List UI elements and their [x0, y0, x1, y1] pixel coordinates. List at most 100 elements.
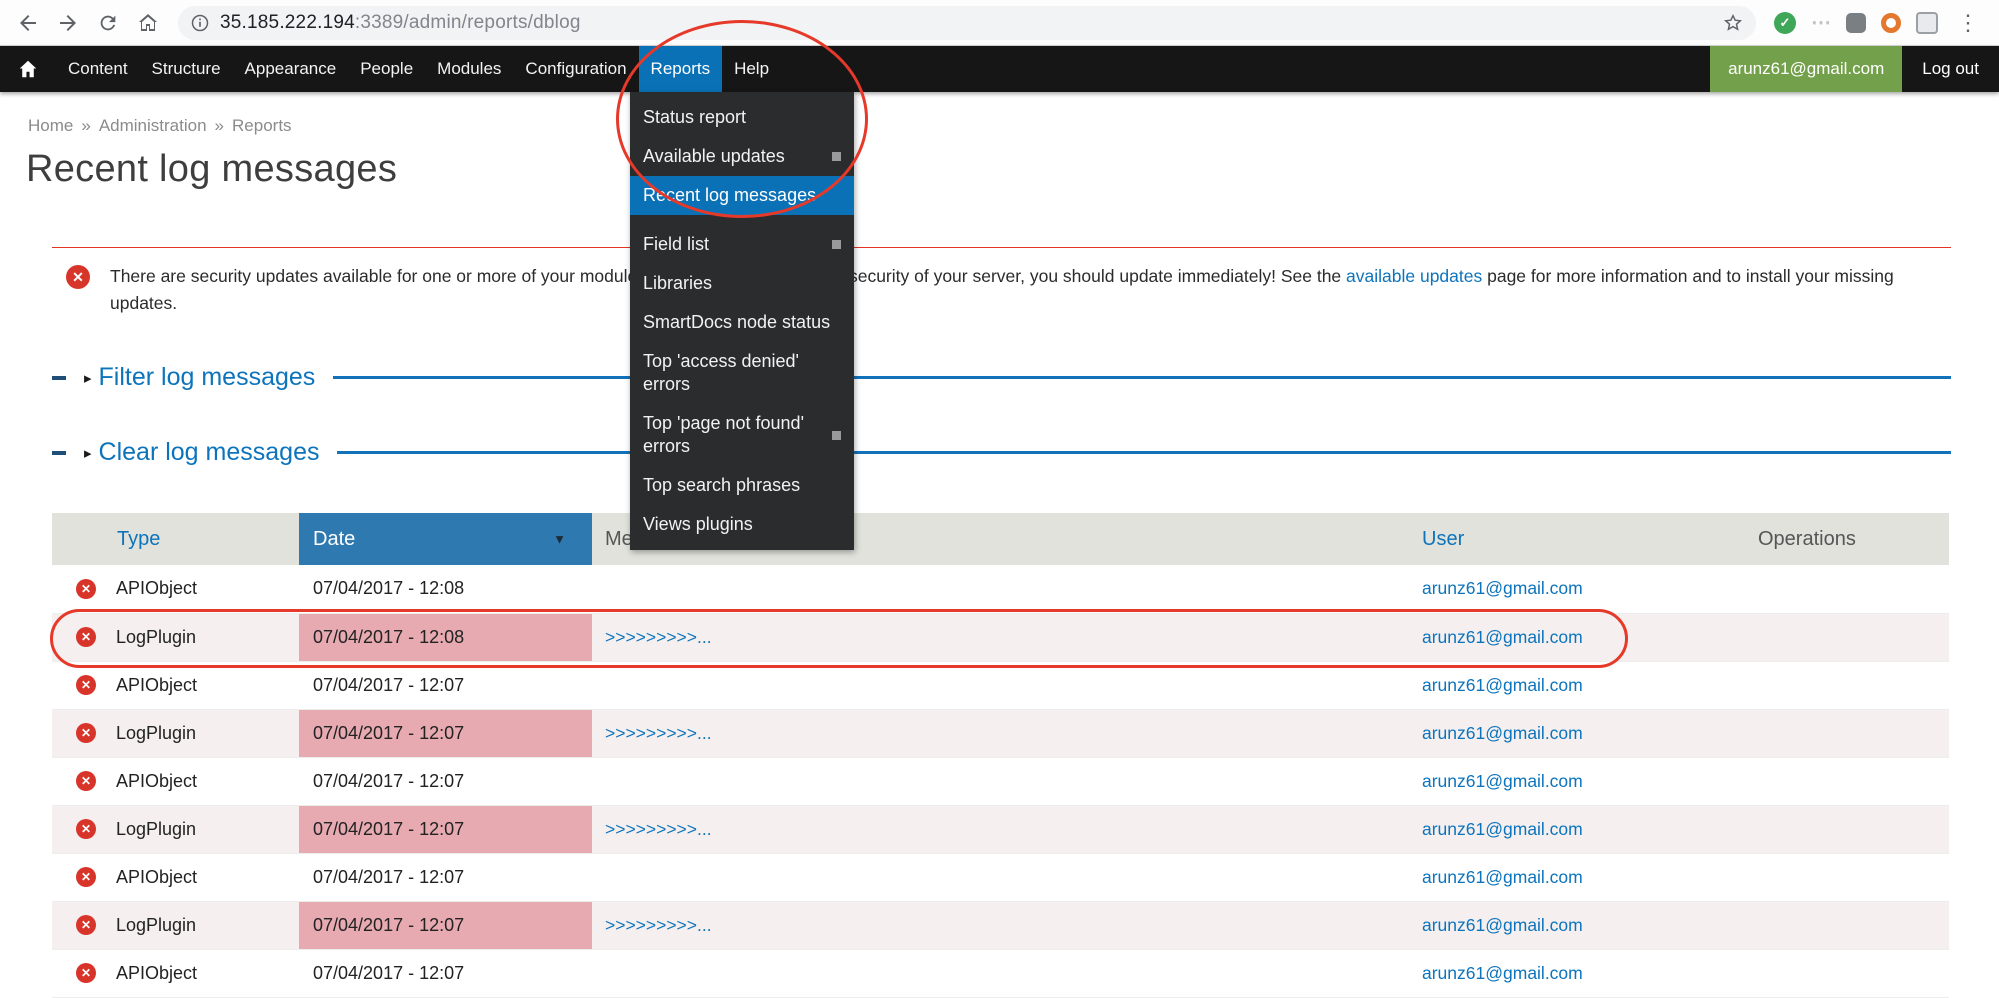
dropdown-item-label: Field list	[643, 233, 824, 256]
column-header-type[interactable]: Type	[52, 513, 299, 565]
table-row: ✕APIObject07/04/2017 - 12:07arunz61@gmai…	[52, 757, 1949, 805]
column-header-user[interactable]: User	[1408, 513, 1718, 565]
dropdown-item[interactable]: Status report	[630, 98, 854, 137]
log-operations	[1718, 709, 1949, 757]
dropdown-item[interactable]: Top search phrases	[630, 466, 854, 505]
dropdown-item[interactable]: Top 'page not found' errors	[630, 404, 854, 466]
log-user-link[interactable]: arunz61@gmail.com	[1422, 915, 1583, 935]
table-header-row: Type Date▼ Message User Operations	[52, 513, 1949, 565]
dropdown-item-label: Top search phrases	[643, 474, 841, 497]
fieldset-rule	[333, 376, 1951, 379]
log-table: Type Date▼ Message User Operations ✕APIO…	[52, 513, 1949, 998]
extension-dots-icon[interactable]: ⋯	[1811, 10, 1831, 35]
log-message-link[interactable]: >>>>>>>>>...	[605, 723, 712, 743]
page-title: Recent log messages	[26, 148, 1999, 191]
breadcrumb-item[interactable]: Administration	[99, 116, 207, 135]
log-date: 07/04/2017 - 12:07	[299, 757, 592, 805]
log-type: APIObject	[116, 771, 197, 792]
log-date: 07/04/2017 - 12:07	[299, 709, 592, 757]
log-user-link[interactable]: arunz61@gmail.com	[1422, 771, 1583, 791]
breadcrumb-item[interactable]: Home	[28, 116, 73, 135]
sort-desc-icon: ▼	[553, 532, 566, 547]
column-header-operations: Operations	[1718, 513, 1949, 565]
address-bar[interactable]: 35.185.222.194:3389/admin/reports/dblog	[178, 6, 1756, 40]
toolbar-item-modules[interactable]: Modules	[425, 46, 513, 92]
back-icon[interactable]	[10, 5, 46, 41]
log-table-wrap: Type Date▼ Message User Operations ✕APIO…	[52, 513, 1949, 998]
column-header-date-label: Date	[313, 528, 355, 550]
dropdown-item[interactable]: Field list	[630, 225, 854, 264]
fieldset-dash	[52, 376, 66, 380]
dropdown-item[interactable]: Recent log messages	[630, 176, 854, 215]
log-type: APIObject	[116, 578, 197, 599]
clear-log-messages-toggle[interactable]: Clear log messages	[99, 438, 320, 467]
log-operations	[1718, 613, 1949, 661]
breadcrumb-item[interactable]: Reports	[232, 116, 292, 135]
fieldset-dash	[52, 451, 66, 455]
log-type: APIObject	[116, 675, 197, 696]
log-message-link[interactable]: >>>>>>>>>...	[605, 915, 712, 935]
log-user-link[interactable]: arunz61@gmail.com	[1422, 867, 1583, 887]
toolbar-item-people[interactable]: People	[348, 46, 425, 92]
home-icon[interactable]	[130, 5, 166, 41]
log-user-link[interactable]: arunz61@gmail.com	[1422, 627, 1583, 647]
log-message-link[interactable]: >>>>>>>>>...	[605, 819, 712, 839]
extension-ring-icon[interactable]	[1881, 13, 1901, 33]
toolbar-item-configuration[interactable]: Configuration	[513, 46, 638, 92]
dropdown-item[interactable]: Available updates	[630, 137, 854, 176]
toolbar-item-reports[interactable]: Reports	[639, 46, 723, 92]
breadcrumb-separator: »	[81, 116, 90, 135]
dropdown-item[interactable]: Top 'access denied' errors	[630, 342, 854, 404]
toolbar-item-structure[interactable]: Structure	[140, 46, 233, 92]
dropdown-item-label: Top 'page not found' errors	[643, 412, 824, 458]
dropdown-item[interactable]: SmartDocs node status	[630, 303, 854, 342]
log-message-link[interactable]: >>>>>>>>>...	[605, 627, 712, 647]
log-user-link[interactable]: arunz61@gmail.com	[1422, 723, 1583, 743]
filter-log-messages-toggle[interactable]: Filter log messages	[99, 363, 316, 392]
log-type: APIObject	[116, 867, 197, 888]
extensions-area: ✓ ⋯ ⋮	[1768, 10, 1989, 36]
url-text: 35.185.222.194:3389/admin/reports/dblog	[220, 12, 581, 34]
log-user-link[interactable]: arunz61@gmail.com	[1422, 963, 1583, 983]
dropdown-item[interactable]: Views plugins	[630, 505, 854, 544]
log-type: LogPlugin	[116, 819, 196, 840]
dropdown-item[interactable]: Libraries	[630, 264, 854, 303]
forward-icon[interactable]	[50, 5, 86, 41]
error-icon: ✕	[76, 867, 96, 887]
column-header-date[interactable]: Date ▼	[299, 513, 592, 565]
log-type: LogPlugin	[116, 627, 196, 648]
reload-icon[interactable]	[90, 5, 126, 41]
bookmark-star-icon[interactable]	[1722, 12, 1744, 34]
extension-device-icon[interactable]	[1916, 12, 1938, 34]
dropdown-item-label: Views plugins	[643, 513, 841, 536]
log-user-link[interactable]: arunz61@gmail.com	[1422, 675, 1583, 695]
submenu-badge	[832, 240, 841, 249]
clear-fieldset: ▸ Clear log messages	[52, 438, 1951, 467]
admin-toolbar: ContentStructureAppearancePeopleModulesC…	[0, 46, 1999, 92]
extension-check-icon[interactable]: ✓	[1774, 12, 1796, 34]
browser-menu-icon[interactable]: ⋮	[1953, 10, 1983, 36]
log-user-link[interactable]: arunz61@gmail.com	[1422, 819, 1583, 839]
error-message: ✕ There are security updates available f…	[52, 247, 1951, 317]
available-updates-link[interactable]: available updates	[1346, 266, 1482, 286]
logout-link[interactable]: Log out	[1902, 46, 1999, 92]
page-info-icon[interactable]	[190, 13, 210, 33]
user-account-link[interactable]: arunz61@gmail.com	[1710, 46, 1902, 92]
log-date: 07/04/2017 - 12:07	[299, 805, 592, 853]
extension-shape-icon[interactable]	[1846, 13, 1866, 33]
error-icon: ✕	[76, 627, 96, 647]
table-row: ✕APIObject07/04/2017 - 12:07arunz61@gmai…	[52, 853, 1949, 901]
table-row: ✕APIObject07/04/2017 - 12:08arunz61@gmai…	[52, 565, 1949, 613]
table-row: ✕LogPlugin07/04/2017 - 12:07>>>>>>>>>...…	[52, 901, 1949, 949]
drupal-home-icon[interactable]	[0, 46, 56, 92]
toolbar-item-content[interactable]: Content	[56, 46, 140, 92]
filter-fieldset: ▸ Filter log messages	[52, 363, 1951, 392]
log-user-link[interactable]: arunz61@gmail.com	[1422, 578, 1583, 598]
dropdown-item-label: Status report	[643, 106, 841, 129]
toolbar-item-appearance[interactable]: Appearance	[233, 46, 349, 92]
toolbar-item-help[interactable]: Help	[722, 46, 781, 92]
dropdown-item-label: Top 'access denied' errors	[643, 350, 841, 396]
log-operations	[1718, 757, 1949, 805]
error-icon: ✕	[76, 915, 96, 935]
table-row: ✕LogPlugin07/04/2017 - 12:07>>>>>>>>>...…	[52, 709, 1949, 757]
